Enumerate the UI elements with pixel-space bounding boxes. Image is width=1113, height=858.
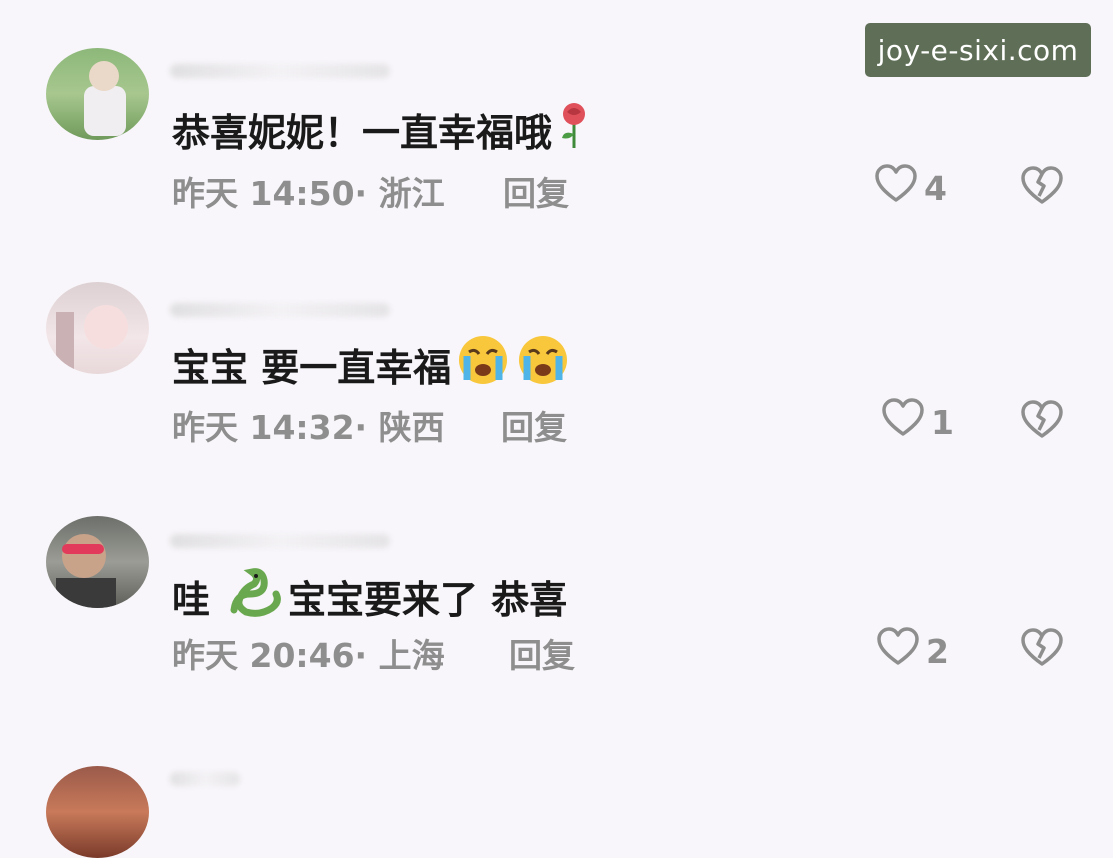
broken-heart-icon (1020, 628, 1064, 672)
heart-icon (876, 627, 920, 675)
avatar[interactable] (46, 516, 149, 608)
broken-heart-icon (1020, 400, 1064, 444)
dislike-button[interactable] (1020, 400, 1064, 444)
reply-button[interactable]: 回复 (501, 401, 567, 449)
avatar[interactable] (46, 766, 149, 858)
comment-text: 宝宝 要一直幸福 (172, 334, 571, 395)
avatar[interactable] (46, 282, 149, 374)
timestamp: 昨天 20:46 (172, 636, 355, 675)
blurred-username (170, 534, 390, 548)
like-button[interactable]: 2 (876, 627, 949, 675)
dislike-button[interactable] (1020, 628, 1064, 672)
crying-face-emoji (455, 334, 511, 395)
location: 陕西 (378, 408, 445, 447)
blurred-username (170, 303, 390, 317)
blurred-username (170, 772, 240, 786)
like-count: 1 (931, 402, 954, 442)
comment-text: 哇 宝宝要来了 恭喜 (172, 566, 567, 627)
comment-meta: 昨天 14:32· 陕西 (172, 408, 445, 447)
crying-face-emoji (515, 334, 571, 395)
location: 上海 (378, 636, 445, 675)
like-button[interactable]: 1 (881, 398, 954, 446)
timestamp: 昨天 14:32 (172, 408, 355, 447)
comment-meta: 昨天 20:46· 上海 (172, 636, 445, 675)
heart-icon (881, 398, 925, 446)
reply-button[interactable]: 回复 (509, 629, 575, 677)
like-count: 2 (926, 631, 949, 671)
comment-item-partial (0, 0, 1113, 858)
dragon-emoji (226, 566, 284, 627)
